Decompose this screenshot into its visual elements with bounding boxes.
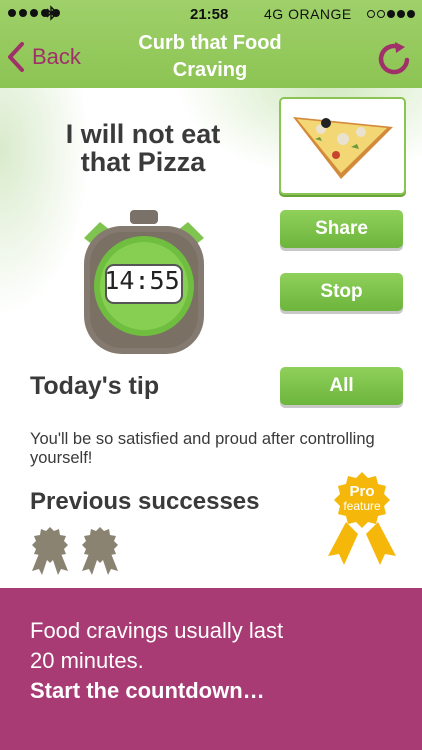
- bluetooth-icon: [46, 5, 56, 24]
- status-network: 4G ORANGE: [264, 6, 352, 22]
- pro-badge-line2: feature: [343, 499, 381, 513]
- page-title-line2: Craving: [172, 59, 248, 81]
- refresh-icon[interactable]: [374, 38, 414, 78]
- footer-line1: Food cravings usually last: [30, 618, 284, 643]
- success-medal-icon: [82, 527, 118, 575]
- status-time: 21:58: [190, 6, 229, 23]
- all-tips-button[interactable]: All: [280, 367, 403, 405]
- page-title-line1: Curb that Food: [138, 32, 282, 54]
- success-medal-icon: [32, 527, 68, 575]
- back-label: Back: [32, 44, 81, 69]
- footer-line2: 20 minutes.: [30, 648, 144, 673]
- battery-dots-icon: [367, 10, 415, 18]
- pro-badge-label[interactable]: Pro feature: [333, 484, 391, 514]
- footer-banner[interactable]: Food cravings usually last 20 minutes. S…: [0, 588, 422, 750]
- tip-heading: Today's tip: [30, 372, 160, 400]
- tip-text: You'll be so satisfied and proud after c…: [30, 430, 375, 467]
- timer-display: 14:55: [104, 266, 180, 295]
- page-title: Curb that Food Craving: [110, 30, 310, 84]
- previous-successes-heading: Previous successes: [30, 488, 260, 515]
- footer-cta[interactable]: Start the countdown…: [30, 678, 265, 704]
- craving-goal: I will not eat that Pizza: [30, 120, 256, 176]
- pro-badge-line1: Pro: [349, 483, 375, 500]
- goal-line1: I will not eat: [65, 119, 221, 149]
- status-bar: 21:58 4G ORANGE: [0, 0, 422, 30]
- share-button[interactable]: Share: [280, 210, 403, 248]
- network-type: 4G: [264, 6, 284, 22]
- chevron-left-icon: [8, 42, 24, 72]
- footer-info: Food cravings usually last 20 minutes.: [30, 616, 390, 676]
- food-photo[interactable]: [279, 97, 406, 195]
- carrier-name: ORANGE: [288, 6, 352, 22]
- back-button[interactable]: Back: [6, 40, 81, 74]
- stop-button[interactable]: Stop: [280, 273, 403, 311]
- goal-line2: that Pizza: [80, 147, 206, 177]
